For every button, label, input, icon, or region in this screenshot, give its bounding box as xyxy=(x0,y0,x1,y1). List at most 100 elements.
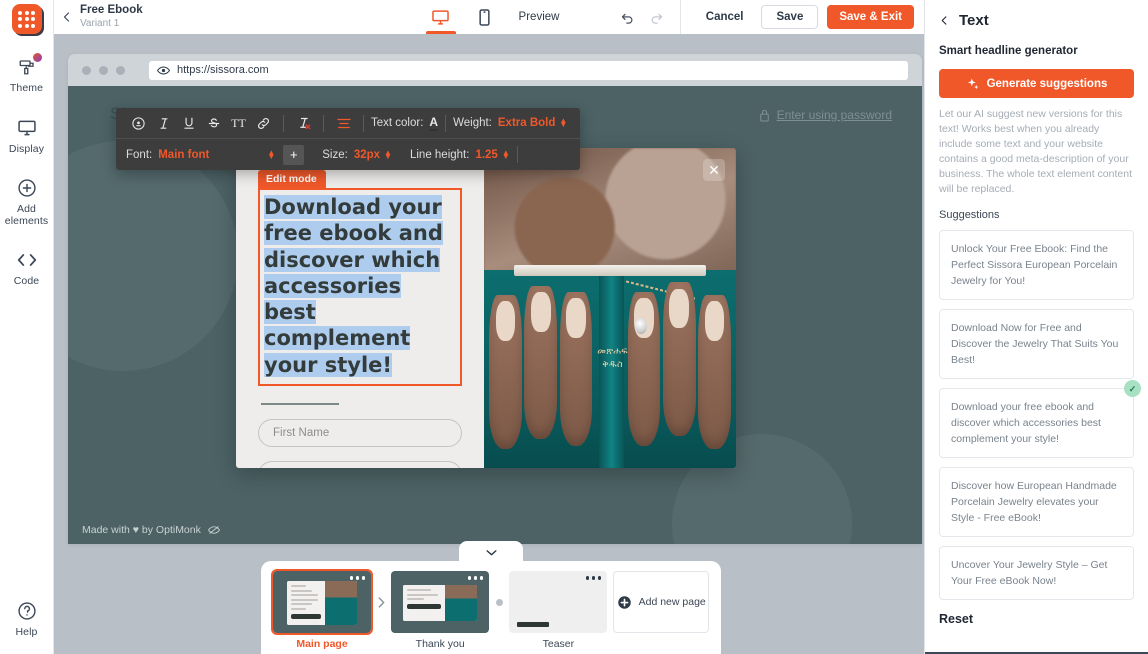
suggestion-card[interactable]: Uncover Your Jewelry Style – Get Your Fr… xyxy=(939,546,1134,600)
uppercase-tt-icon[interactable]: TT xyxy=(226,112,251,134)
thumbnail[interactable] xyxy=(509,571,608,633)
underline-icon[interactable] xyxy=(176,112,201,134)
sidebar-item-display[interactable]: Display xyxy=(0,95,54,156)
italic-icon[interactable] xyxy=(151,112,176,134)
font-value[interactable]: Main font xyxy=(158,149,209,161)
tab-desktop[interactable] xyxy=(419,0,463,34)
monitor-icon xyxy=(17,117,37,139)
check-icon: ✓ xyxy=(1124,380,1141,397)
pages-flow-arrow-icon xyxy=(371,571,391,633)
line-height-value[interactable]: 1.25 xyxy=(475,149,497,161)
size-value[interactable]: 32px xyxy=(354,149,380,161)
sidebar-item-label: Theme xyxy=(9,82,44,94)
tab-mobile[interactable] xyxy=(463,0,507,34)
suggestion-card[interactable]: Download Now for Free and Discover the J… xyxy=(939,309,1134,379)
page-thumb-teaser[interactable]: Teaser xyxy=(509,571,608,650)
url-bar[interactable]: https://sissora.com xyxy=(149,60,908,80)
font-color-A-icon[interactable]: A xyxy=(429,115,439,131)
reset-button[interactable]: Reset xyxy=(939,612,1134,636)
suggestion-text: Download Now for Free and Discover the J… xyxy=(951,322,1119,366)
right-panel-back-button[interactable] xyxy=(939,14,950,27)
preview-button[interactable]: Preview xyxy=(519,11,560,23)
sidebar-item-label: Code xyxy=(13,275,40,287)
strikethrough-icon[interactable] xyxy=(201,112,226,134)
align-icon[interactable] xyxy=(331,112,356,134)
generate-suggestions-button[interactable]: Generate suggestions xyxy=(939,69,1134,98)
add-new-page-button[interactable]: Add new page xyxy=(613,571,709,633)
sidebar-item-label: Help xyxy=(15,625,38,638)
weight-value[interactable]: Extra Bold xyxy=(498,117,556,129)
line-height-stepper[interactable]: ▲ ▼ xyxy=(502,148,510,160)
mini-popup-preview xyxy=(287,581,357,625)
edit-mode-badge: Edit mode xyxy=(258,170,326,188)
sidebar-item-label: Display xyxy=(8,142,45,155)
page-thumb-main[interactable]: Main page xyxy=(271,569,373,650)
emoji-icon[interactable] xyxy=(126,112,151,134)
redo-arrow-icon xyxy=(651,13,662,24)
thumbnail[interactable] xyxy=(271,569,373,635)
theme-badge-dot xyxy=(32,53,42,62)
toolbar-divider-4 xyxy=(445,114,447,132)
cancel-button[interactable]: Cancel xyxy=(697,5,753,29)
topbar-right: Cancel Save Save & Exit xyxy=(620,0,924,34)
sidebar-item-help[interactable]: Help xyxy=(0,578,54,654)
thumbnail-menu-icon[interactable] xyxy=(585,576,602,580)
font-label: Font: xyxy=(126,148,153,161)
sidebar-item-code[interactable]: Code xyxy=(0,227,54,288)
page-thumb-thankyou[interactable]: Thank you xyxy=(391,571,490,650)
optimonk-grid-logo-icon[interactable] xyxy=(11,4,42,34)
thumbnail-menu-icon[interactable] xyxy=(349,576,365,580)
add-font-button[interactable]: + xyxy=(283,144,305,165)
hands-holding-book-photo: መጽሐፍ ቅዱስ xyxy=(484,148,736,468)
page-label: Thank you xyxy=(415,638,465,650)
right-panel-title: Text xyxy=(959,12,989,29)
suggestion-card[interactable]: Unlock Your Free Ebook: Find the Perfect… xyxy=(939,230,1134,300)
undo-redo-group xyxy=(620,10,680,25)
suggestion-text: Uncover Your Jewelry Style – Get Your Fr… xyxy=(951,559,1108,587)
editor-canvas: https://sissora.com Sissora Enter using … xyxy=(54,34,924,654)
sidebar-item-label: Add elements xyxy=(4,203,49,227)
main-column: Free Ebook Variant 1 Preview Cancel Save… xyxy=(54,0,924,654)
thumbnail[interactable] xyxy=(391,571,490,633)
password-link-text: Enter using password xyxy=(776,108,892,122)
divider-rule xyxy=(261,402,339,405)
size-stepper[interactable]: ▲ ▼ xyxy=(384,148,392,160)
save-button[interactable]: Save xyxy=(761,5,819,29)
page-label: Main page xyxy=(296,638,348,650)
link-icon[interactable] xyxy=(251,112,276,134)
font-stepper[interactable]: ▲ ▼ xyxy=(267,148,275,160)
suggestion-card[interactable]: Discover how European Handmade Porcelain… xyxy=(939,467,1134,537)
close-icon[interactable]: ✕ xyxy=(703,159,725,181)
thumbnail-menu-icon[interactable] xyxy=(467,576,484,580)
weight-stepper[interactable]: ▲ ▼ xyxy=(559,117,567,129)
back-button[interactable] xyxy=(54,11,80,23)
generate-suggestions-label: Generate suggestions xyxy=(986,77,1108,90)
suggestions-label: Suggestions xyxy=(939,209,1000,221)
first-name-field[interactable]: First Name xyxy=(258,418,462,447)
headline-edit-box[interactable]: Edit mode Download your free ebook and d… xyxy=(258,170,462,386)
variant-subtitle: Variant 1 xyxy=(80,18,120,30)
pages-collapse-button[interactable] xyxy=(459,541,523,563)
sidebar-item-add-elements[interactable]: Add elements xyxy=(0,155,54,227)
left-rail: Theme Display Add elements Code Help xyxy=(0,0,54,654)
undo-button[interactable] xyxy=(620,10,635,25)
redo-button[interactable] xyxy=(649,10,664,25)
email-field[interactable]: Email address xyxy=(258,460,462,468)
eye-icon xyxy=(157,65,170,75)
suggestion-card[interactable]: ✓ Download your free ebook and discover … xyxy=(939,380,1141,458)
sidebar-item-theme[interactable]: Theme xyxy=(0,34,54,95)
save-and-exit-button[interactable]: Save & Exit xyxy=(827,5,914,29)
right-panel-header: Text xyxy=(939,12,1134,29)
right-panel: Text Smart headline generator Generate s… xyxy=(924,0,1148,654)
popup-image-column: መጽሐፍ ቅዱስ ✕ xyxy=(484,148,736,468)
format-row-top: TT Text color: A Weight: Extra Bold ▲ ▼ xyxy=(116,108,580,139)
enter-using-password[interactable]: Enter using password xyxy=(759,108,892,122)
plus-circle-filled-icon xyxy=(617,595,631,609)
window-dots xyxy=(82,65,125,75)
popup-headline-text: Download your free ebook and discover wh… xyxy=(264,195,443,377)
clear-formatting-icon[interactable] xyxy=(291,112,316,134)
lock-icon xyxy=(759,109,769,121)
page-label: Teaser xyxy=(542,638,575,650)
popup-headline[interactable]: Download your free ebook and discover wh… xyxy=(264,194,456,378)
line-height-label: Line height: xyxy=(409,148,470,161)
